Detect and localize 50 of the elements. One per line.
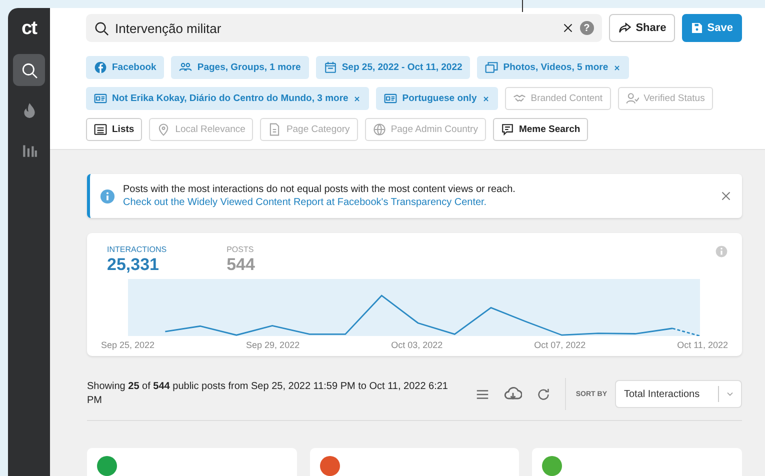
globe-icon <box>372 123 386 136</box>
search-icon <box>20 62 38 78</box>
people-icon <box>179 61 192 74</box>
filter-chip[interactable]: Lists <box>86 118 142 141</box>
close-icon <box>720 190 732 202</box>
transparency-link[interactable]: Check out the Widely Viewed Content Report at Facebook's Transparency Center. <box>123 196 487 209</box>
axis-label: Oct 03, 2022 <box>391 340 443 350</box>
filter-chip[interactable]: Page Category <box>260 118 358 141</box>
share-button[interactable]: Share <box>608 14 676 42</box>
metric-tab[interactable]: POSTS 544 <box>226 245 255 275</box>
sort-dropdown[interactable]: Total Interactions <box>615 380 742 408</box>
save-button[interactable]: Save <box>682 14 742 42</box>
photos-icon <box>485 61 498 74</box>
info-icon <box>715 245 728 258</box>
filter-chip[interactable]: Local Relevance <box>149 118 254 141</box>
logo: ct <box>22 18 36 40</box>
person-check-icon <box>626 92 639 105</box>
facebook-icon <box>94 61 107 74</box>
sidebar-item[interactable] <box>13 54 45 86</box>
refresh-icon <box>536 386 551 402</box>
filter-chip[interactable]: Branded Content <box>504 87 611 110</box>
search-field[interactable]: Intervenção militar ? <box>86 14 602 42</box>
id-card-icon <box>94 92 107 105</box>
document-icon <box>268 123 282 136</box>
filter-chip[interactable]: Pages, Groups, 1 more <box>171 56 309 79</box>
axis-label: Sep 25, 2022 <box>101 340 155 350</box>
filter-chip[interactable]: Facebook <box>86 56 164 79</box>
filter-chip[interactable]: Verified Status <box>618 87 713 110</box>
filter-chip[interactable]: Page Admin Country <box>364 118 486 141</box>
axis-label: Oct 11, 2022 <box>677 340 728 350</box>
search-icon <box>94 20 109 36</box>
notice-text: Posts with the most interactions do not equal posts with the most content views or reach. <box>123 183 516 196</box>
pin-icon <box>157 123 170 136</box>
share-icon <box>618 21 632 35</box>
close-icon <box>562 22 574 34</box>
calendar-icon <box>324 61 337 74</box>
results-summary: Showing 25 of 544 public posts from Sep 25, 2022 11:59 PM to Oct 11, 2022 6:21 PM <box>87 380 449 408</box>
metric-tab[interactable]: INTERACTIONS 25,331 <box>107 245 167 275</box>
list-icon <box>94 123 107 136</box>
filter-chip[interactable]: Portuguese only <box>376 87 498 110</box>
axis-label: Oct 07, 2022 <box>534 340 586 350</box>
help-badge[interactable]: ? <box>580 21 594 35</box>
speech-bubble-icon <box>500 123 514 136</box>
filter-chip[interactable]: Sep 25, 2022 - Oct 11, 2022 <box>316 56 470 79</box>
id-card-icon <box>384 92 398 105</box>
filter-chip[interactable]: Photos, Videos, 5 more <box>477 56 630 79</box>
info-icon <box>100 188 115 204</box>
filter-chip[interactable]: Meme Search <box>492 118 588 141</box>
axis-label: Sep 29, 2022 <box>246 340 300 350</box>
filter-chip[interactable]: Not Erika Kokay, Diário do Centro do Mundo, 3 more <box>86 87 370 110</box>
